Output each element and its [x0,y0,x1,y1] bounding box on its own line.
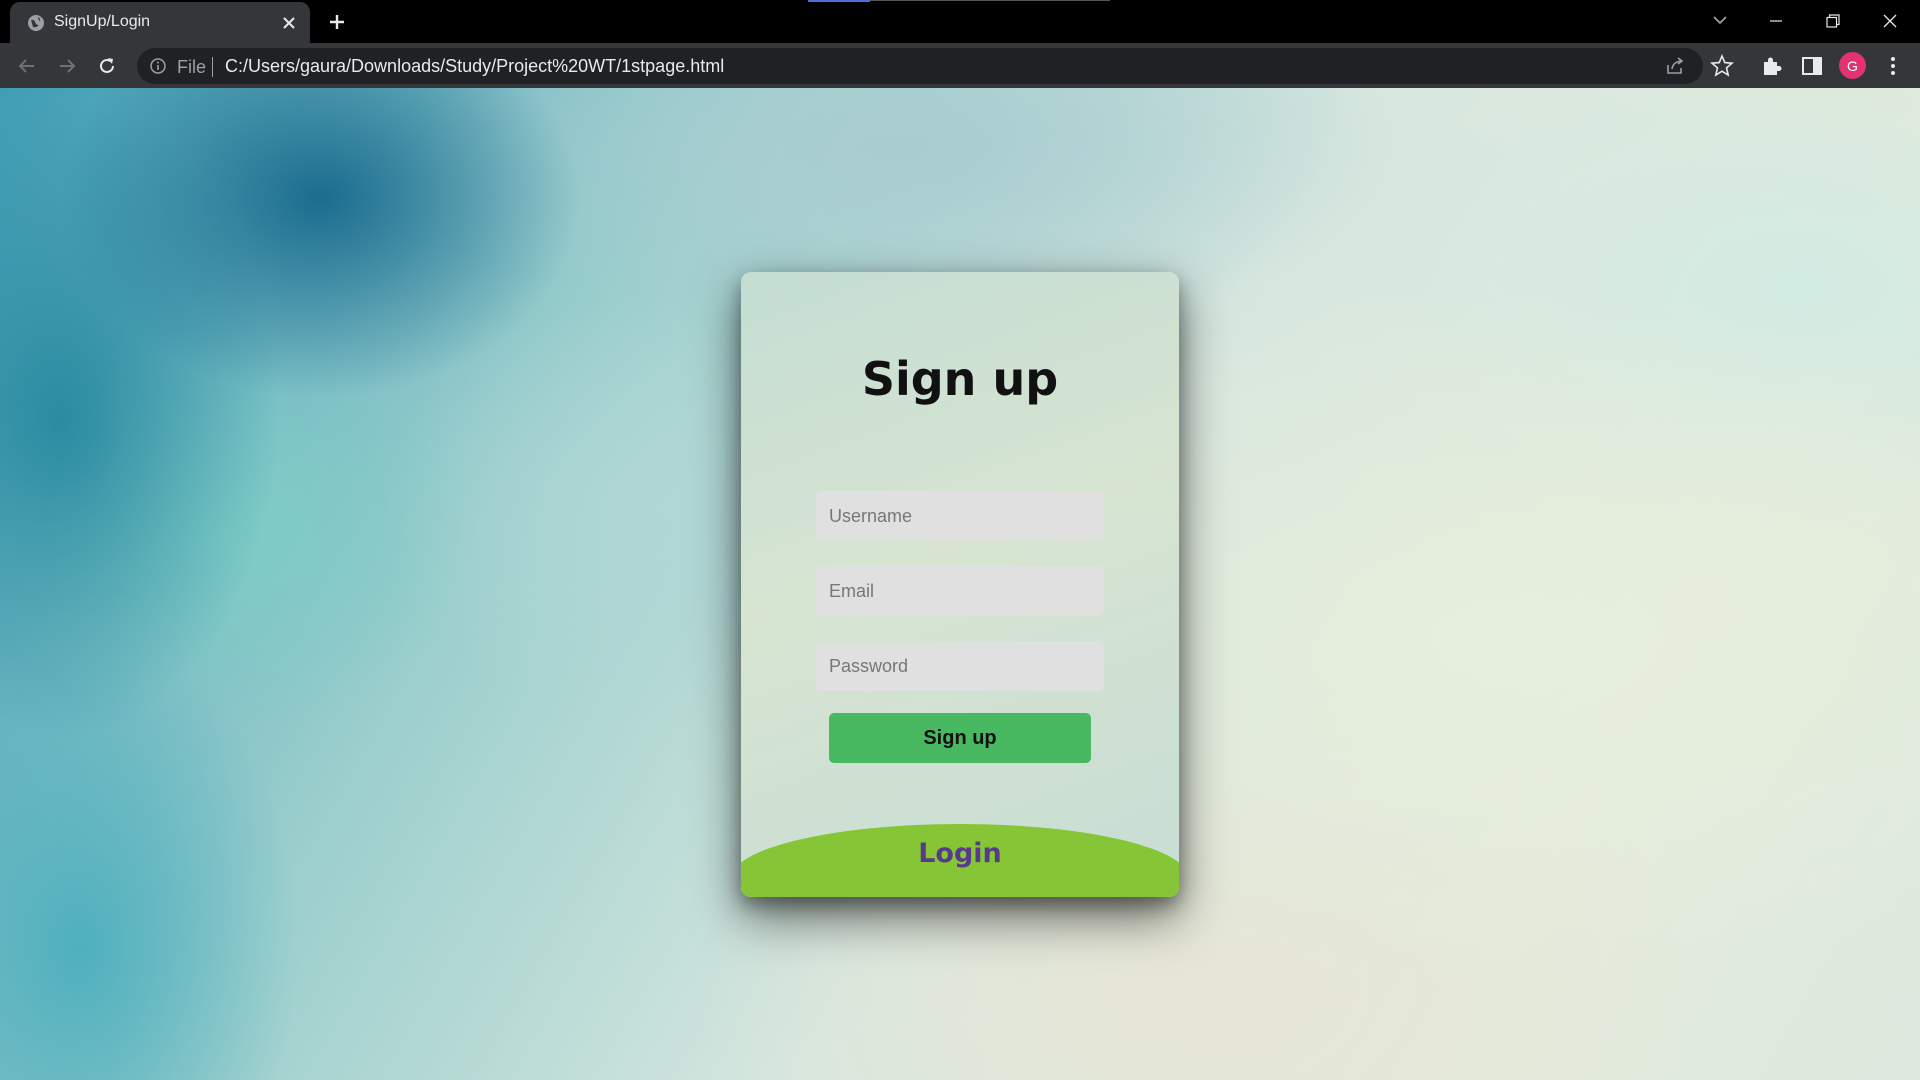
signup-card: Sign up Sign up Login [741,272,1179,897]
back-button[interactable] [12,51,42,81]
login-label[interactable]: Login [741,838,1179,869]
profile-avatar[interactable]: G [1839,52,1866,79]
back-arrow-icon [18,59,34,73]
tab-signup-login[interactable]: SignUp/Login [10,2,310,43]
more-vert-icon[interactable] [1880,53,1906,79]
scheme-label: File [177,57,207,77]
chevron-down-icon[interactable] [1708,8,1732,32]
restore-button[interactable] [1813,6,1853,36]
url-text[interactable]: C:/Users/gaura/Downloads/Study/Project%2… [225,56,724,77]
close-window-icon [1883,14,1897,28]
side-panel-icon[interactable] [1799,53,1825,79]
omnibox-divider [212,57,213,77]
tab-hover-indicator [808,0,870,2]
puzzle-icon[interactable] [1759,53,1785,79]
plus-icon[interactable] [325,10,349,34]
star-icon[interactable] [1709,53,1735,79]
close-icon[interactable] [280,14,298,32]
minimize-icon [1770,20,1782,22]
forward-button[interactable] [52,51,82,81]
username-field[interactable] [816,491,1104,541]
info-icon[interactable] [149,57,167,75]
forward-arrow-icon [60,59,76,73]
close-window-button[interactable] [1870,6,1910,36]
page-viewport: Sign up Sign up Login [0,88,1920,1080]
globe-icon [28,15,44,31]
tab-strip-line [870,0,1110,1]
browser-toolbar: File C:/Users/gaura/Downloads/Study/Proj… [0,43,1920,88]
address-bar[interactable]: File C:/Users/gaura/Downloads/Study/Proj… [137,48,1703,84]
reload-button[interactable] [92,51,122,81]
share-icon[interactable] [1663,54,1687,78]
signup-button[interactable]: Sign up [829,713,1091,763]
minimize-button[interactable] [1756,6,1796,36]
page-title: Sign up [861,352,1059,406]
email-field[interactable] [816,566,1104,616]
tab-title: SignUp/Login [54,13,151,30]
password-field[interactable] [816,641,1104,691]
reload-icon [100,58,114,73]
tab-strip: SignUp/Login [0,0,1920,43]
restore-icon [1826,14,1840,28]
